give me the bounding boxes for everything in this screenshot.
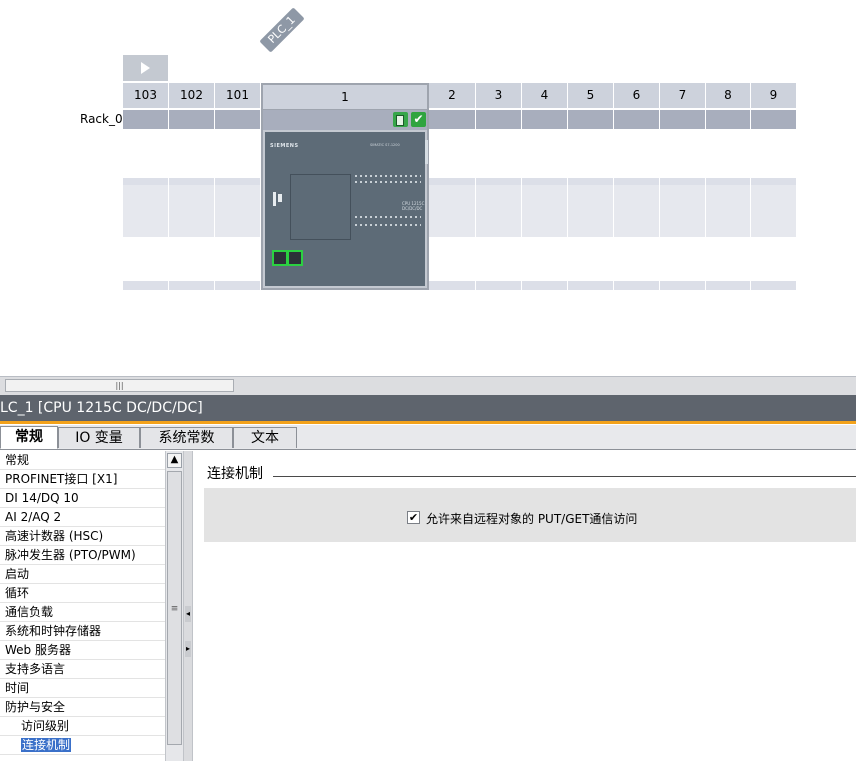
nav-item-protection-security[interactable]: 防护与安全 bbox=[0, 698, 165, 717]
scrollbar-thumb[interactable]: ≡ bbox=[167, 471, 182, 745]
cpu-front-cover bbox=[290, 174, 351, 240]
nav-item-access-level[interactable]: 访问级别 bbox=[0, 717, 165, 736]
profinet-port-2-icon[interactable] bbox=[287, 250, 303, 266]
plc-device-tag[interactable]: PLC_1 bbox=[259, 7, 305, 53]
slot-101[interactable]: 101 bbox=[215, 83, 261, 290]
tab-general[interactable]: 常规 bbox=[0, 426, 58, 449]
tab-texts[interactable]: 文本 bbox=[233, 427, 297, 448]
panel-splitter[interactable]: ◂ ▸ bbox=[183, 451, 193, 761]
nav-item-comm-load[interactable]: 通信负载 bbox=[0, 603, 165, 622]
scroll-up-icon[interactable]: ▲ bbox=[167, 453, 182, 468]
nav-item-general[interactable]: 常规 bbox=[0, 451, 165, 470]
slot-number: 3 bbox=[476, 83, 521, 108]
slot-number: 8 bbox=[706, 83, 750, 108]
nav-item-di-dq[interactable]: DI 14/DQ 10 bbox=[0, 489, 165, 508]
nav-item-connection-mechanisms[interactable]: 连接机制 bbox=[0, 736, 165, 755]
nav-item-profinet-interface[interactable]: PROFINET接口 [X1] bbox=[0, 470, 165, 489]
slot-6[interactable]: 6 bbox=[614, 83, 660, 290]
cpu-type-label: CPU 1215C DC/DC/DC bbox=[402, 201, 425, 211]
device-module-icon[interactable] bbox=[393, 112, 408, 127]
slot-3[interactable]: 3 bbox=[476, 83, 522, 290]
property-nav-tree: 常规 PROFINET接口 [X1] DI 14/DQ 10 AI 2/AQ 2… bbox=[0, 451, 165, 761]
cpu-model-label: SIMATIC S7-1200 bbox=[370, 143, 400, 147]
slot-number: 7 bbox=[660, 83, 705, 108]
nav-vertical-scrollbar[interactable]: ▲ ≡ bbox=[165, 451, 183, 761]
slot-5[interactable]: 5 bbox=[568, 83, 614, 290]
rack-label: Rack_0 bbox=[80, 112, 123, 126]
nav-item-pulse-generator[interactable]: 脉冲发生器 (PTO/PWM) bbox=[0, 546, 165, 565]
expand-right-icon[interactable]: ▸ bbox=[185, 641, 191, 657]
slot-number: 102 bbox=[169, 83, 214, 108]
slot-1-cpu[interactable]: 1 ✔ SIEMENS SIMATIC S7-1200 CPU 1215C DC… bbox=[261, 83, 429, 290]
nav-item-time[interactable]: 时间 bbox=[0, 679, 165, 698]
tab-system-constants[interactable]: 系统常数 bbox=[140, 427, 233, 448]
nav-item-ai-aq[interactable]: AI 2/AQ 2 bbox=[0, 508, 165, 527]
slot-8[interactable]: 8 bbox=[706, 83, 751, 290]
expand-rack-button[interactable] bbox=[123, 55, 168, 81]
slot-number: 5 bbox=[568, 83, 613, 108]
slot-number: 6 bbox=[614, 83, 659, 108]
nav-item-multilingual[interactable]: 支持多语言 bbox=[0, 660, 165, 679]
slot-102[interactable]: 102 bbox=[169, 83, 215, 290]
inspector-tabs: 常规 IO 变量 系统常数 文本 bbox=[0, 425, 856, 450]
nav-item-web-server[interactable]: Web 服务器 bbox=[0, 641, 165, 660]
slot-4[interactable]: 4 bbox=[522, 83, 568, 290]
rack: 103 102 101 1 ✔ SIEMENS SIMATIC S7-1200 bbox=[123, 83, 796, 290]
cpu-module-image[interactable]: SIEMENS SIMATIC S7-1200 CPU 1215C DC/DC/… bbox=[265, 132, 428, 286]
nav-item-startup[interactable]: 启动 bbox=[0, 565, 165, 584]
horizontal-scrollbar[interactable]: ||| bbox=[0, 376, 856, 395]
put-get-access-checkbox[interactable]: ✔ bbox=[407, 511, 420, 524]
slot-7[interactable]: 7 bbox=[660, 83, 706, 290]
collapse-left-icon[interactable]: ◂ bbox=[185, 606, 191, 622]
cpu-brand-label: SIEMENS bbox=[270, 143, 299, 149]
slot-9[interactable]: 9 bbox=[751, 83, 796, 290]
slot-number: 4 bbox=[522, 83, 567, 108]
put-get-access-label[interactable]: 允许来自远程对象的 PUT/GET通信访问 bbox=[426, 510, 637, 527]
slot-number: 1 bbox=[263, 85, 427, 110]
slot-number: 103 bbox=[123, 83, 168, 108]
slot-number: 2 bbox=[429, 83, 475, 108]
check-status-icon: ✔ bbox=[411, 112, 426, 127]
slot-number: 9 bbox=[751, 83, 796, 108]
profinet-port-1-icon[interactable] bbox=[272, 250, 288, 266]
nav-item-hsc[interactable]: 高速计数器 (HSC) bbox=[0, 527, 165, 546]
nav-item-cycle[interactable]: 循环 bbox=[0, 584, 165, 603]
section-title: 连接机制 bbox=[207, 463, 267, 483]
slot-number: 101 bbox=[215, 83, 260, 108]
tab-io-tags[interactable]: IO 变量 bbox=[58, 427, 140, 448]
section-divider bbox=[273, 476, 856, 477]
slot-2[interactable]: 2 bbox=[429, 83, 476, 290]
nav-item-system-clock-memory[interactable]: 系统和时钟存储器 bbox=[0, 622, 165, 641]
play-icon bbox=[141, 62, 150, 74]
slot-103[interactable]: 103 bbox=[123, 83, 169, 290]
status-led-icon bbox=[273, 192, 276, 206]
inspector-title: LC_1 [CPU 1215C DC/DC/DC] bbox=[0, 395, 856, 424]
scrollbar-thumb[interactable]: ||| bbox=[5, 379, 234, 392]
